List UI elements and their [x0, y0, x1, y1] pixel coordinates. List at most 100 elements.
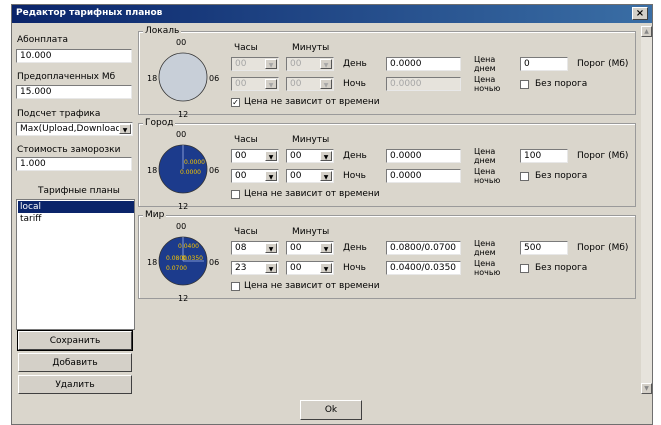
night-hour-value: 00 — [235, 79, 247, 89]
night-minute-select[interactable]: 00 ▼ — [286, 261, 334, 275]
clock-label-06: 06 — [209, 74, 220, 83]
pie-price-label: 0.0000 — [180, 169, 201, 176]
traffic-select[interactable]: Max(Upload,Download) ▼ — [16, 122, 133, 136]
add-button[interactable]: Добавить — [18, 353, 132, 372]
plan-item-tariff[interactable]: tariff — [18, 213, 134, 225]
threshold-label: Порог (Мб) — [577, 151, 629, 161]
night-label: Ночь — [343, 171, 366, 181]
zone-group: Город — [138, 118, 636, 207]
night-label: Ночь — [343, 263, 366, 273]
prepaid-field[interactable]: 15.000 — [16, 85, 132, 99]
vertical-scrollbar[interactable]: ▲ ▼ — [641, 26, 652, 394]
day-price-field[interactable]: 0.0000 — [386, 57, 461, 71]
day-hour-select[interactable]: 00 ▼ — [231, 57, 279, 71]
night-hour-select[interactable]: 00 ▼ — [231, 77, 279, 91]
chevron-down-icon[interactable]: ▼ — [320, 263, 332, 273]
minutes-header: Минуты — [292, 43, 330, 53]
delete-button[interactable]: Удалить — [18, 375, 132, 394]
night-minute-select[interactable]: 00 ▼ — [286, 77, 334, 91]
save-button[interactable]: Сохранить — [17, 330, 133, 351]
plans-list[interactable]: local tariff — [16, 199, 135, 330]
day-hour-value: 08 — [235, 243, 247, 253]
day-hour-select[interactable]: 00 ▼ — [231, 149, 279, 163]
hours-header: Часы — [234, 135, 258, 145]
window-title: Редактор тарифных планов — [16, 8, 163, 18]
time-independent-checkbox[interactable]: ✓ — [231, 98, 240, 107]
zone-group: Мир — [138, 210, 636, 299]
chevron-down-icon[interactable]: ▼ — [265, 151, 277, 161]
night-minute-value: 00 — [290, 79, 302, 89]
threshold-label: Порог (Мб) — [577, 243, 629, 253]
night-hour-value: 00 — [235, 171, 247, 181]
chevron-down-icon[interactable]: ▼ — [320, 171, 332, 181]
pie-price-label: 0.0400 — [178, 243, 199, 250]
freeze-field[interactable]: 1.000 — [16, 157, 132, 171]
minutes-header: Минуты — [292, 135, 330, 145]
clock-label-00: 00 — [176, 38, 187, 47]
no-threshold-checkbox[interactable] — [520, 80, 529, 89]
threshold-field[interactable]: 0 — [520, 57, 568, 71]
chevron-down-icon[interactable]: ▼ — [265, 59, 277, 69]
abon-label: Абонплата — [17, 35, 69, 45]
day-label: День — [343, 243, 367, 253]
day-minute-select[interactable]: 00 ▼ — [286, 241, 334, 255]
night-minute-select[interactable]: 00 ▼ — [286, 169, 334, 183]
pie-price-label: 0.0700 — [166, 265, 187, 272]
chevron-down-icon[interactable]: ▼ — [320, 59, 332, 69]
chevron-down-icon[interactable]: ▼ — [265, 243, 277, 253]
day-hour-value: 00 — [235, 59, 247, 69]
title-bar: Редактор тарифных планов × — [12, 5, 652, 23]
day-minute-select[interactable]: 00 ▼ — [286, 149, 334, 163]
scroll-up-icon[interactable]: ▲ — [641, 26, 652, 37]
zone-group: Локаль — [138, 26, 636, 115]
day-hour-select[interactable]: 08 ▼ — [231, 241, 279, 255]
zone-title: Мир — [143, 210, 167, 220]
scroll-down-icon[interactable]: ▼ — [641, 383, 652, 394]
night-hour-select[interactable]: 23 ▼ — [231, 261, 279, 275]
clock-label-18: 18 — [147, 258, 158, 267]
day-night-clock-pie — [158, 52, 208, 102]
chevron-down-icon[interactable]: ▼ — [320, 243, 332, 253]
chevron-down-icon[interactable]: ▼ — [119, 124, 131, 134]
minutes-header: Минуты — [292, 227, 330, 237]
no-threshold-checkbox[interactable] — [520, 264, 529, 273]
plan-item-local[interactable]: local — [18, 201, 134, 213]
time-independent-checkbox[interactable] — [231, 190, 240, 199]
price-day-label: Цена днем — [474, 239, 496, 257]
close-button[interactable]: × — [632, 7, 648, 20]
threshold-field[interactable]: 100 — [520, 149, 568, 163]
plans-label: Тарифные планы — [38, 186, 120, 196]
ok-button[interactable]: Ok — [300, 400, 362, 420]
no-threshold-label: Без порога — [535, 171, 588, 181]
day-minute-select[interactable]: 00 ▼ — [286, 57, 334, 71]
traffic-label: Подсчет трафика — [17, 109, 101, 119]
traffic-select-value: Max(Upload,Download) — [20, 124, 125, 134]
night-price-field[interactable]: 0.0400/0.0350 — [386, 261, 461, 275]
night-hour-select[interactable]: 00 ▼ — [231, 169, 279, 183]
no-threshold-label: Без порога — [535, 79, 588, 89]
chevron-down-icon[interactable]: ▼ — [265, 263, 277, 273]
threshold-field[interactable]: 500 — [520, 241, 568, 255]
day-night-clock-pie: 0.04000.08000.03500.0700 — [158, 236, 208, 286]
night-price-field[interactable]: 0.0000 — [386, 77, 461, 91]
day-price-field[interactable]: 0.0800/0.0700 — [386, 241, 461, 255]
chevron-down-icon[interactable]: ▼ — [265, 79, 277, 89]
day-minute-value: 00 — [290, 151, 302, 161]
day-label: День — [343, 59, 367, 69]
night-label: Ночь — [343, 79, 366, 89]
zone-title: Локаль — [143, 26, 182, 36]
price-night-label: Цена ночью — [474, 259, 501, 277]
day-price-field[interactable]: 0.0000 — [386, 149, 461, 163]
day-minute-value: 00 — [290, 243, 302, 253]
chevron-down-icon[interactable]: ▼ — [265, 171, 277, 181]
no-threshold-checkbox[interactable] — [520, 172, 529, 181]
chevron-down-icon[interactable]: ▼ — [320, 151, 332, 161]
clock-label-12: 12 — [178, 294, 189, 303]
chevron-down-icon[interactable]: ▼ — [320, 79, 332, 89]
pie-price-label: 0.0000 — [184, 159, 205, 166]
night-price-field[interactable]: 0.0000 — [386, 169, 461, 183]
tariff-editor-window: Редактор тарифных планов × Абонплата 10.… — [11, 4, 653, 425]
day-label: День — [343, 151, 367, 161]
abon-field[interactable]: 10.000 — [16, 49, 132, 63]
time-independent-checkbox[interactable] — [231, 282, 240, 291]
